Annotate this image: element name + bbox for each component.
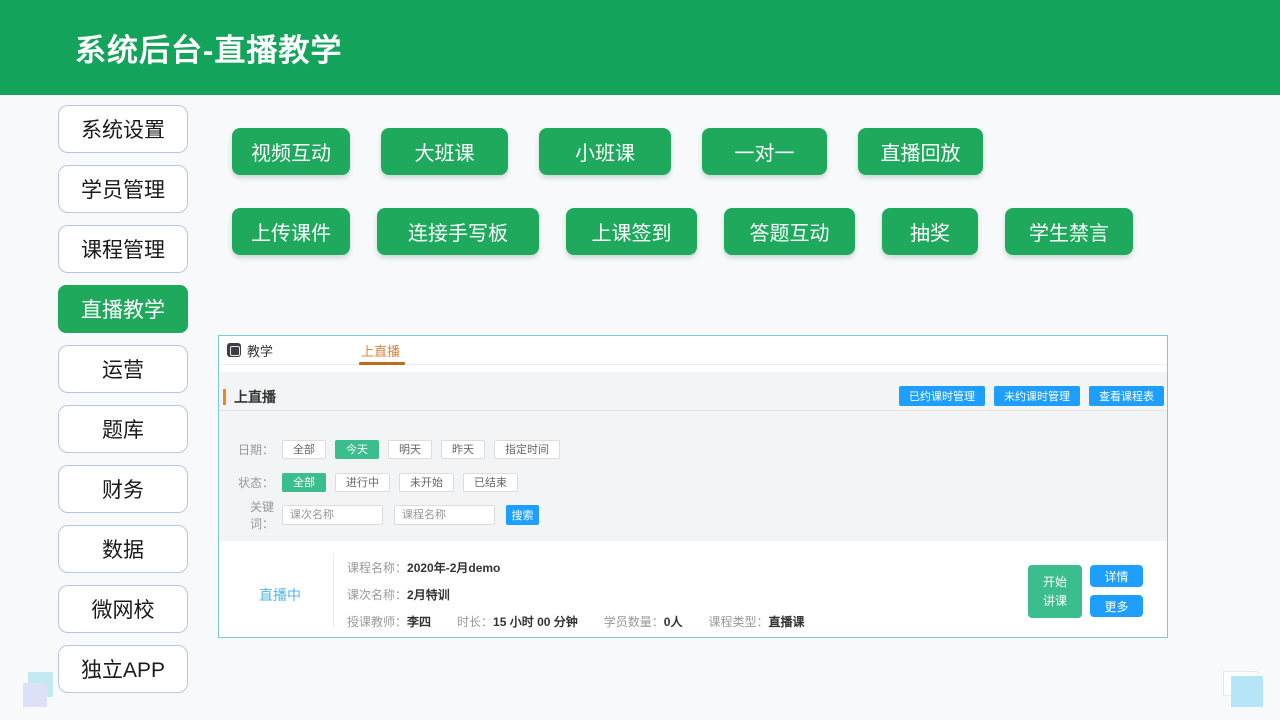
session-name-value: 2月特训 — [407, 586, 450, 603]
student-count-meta: 学员数量： 0人 — [604, 613, 683, 630]
sidebar-item-live-teaching[interactable]: 直播教学 — [58, 285, 188, 333]
course-meta-line: 授课教师： 李四 时长： 15 小时 00 分钟 学员数量： 0人 课程类型： … — [347, 608, 830, 635]
session-name-input[interactable] — [282, 505, 383, 525]
feature-mute-student[interactable]: 学生禁言 — [1005, 208, 1133, 255]
section-header-buttons: 已约课时管理 未约课时管理 查看课程表 — [899, 386, 1164, 406]
sidebar-item-question-bank[interactable]: 题库 — [58, 405, 188, 453]
status-option-all[interactable]: 全部 — [282, 473, 326, 492]
feature-quiz-interaction[interactable]: 答题互动 — [724, 208, 855, 255]
course-row: 直播中 课程名称： 2020年-2月demo 课次名称： 2月特训 授课教师： … — [219, 541, 1167, 637]
teacher-label: 授课教师： — [347, 613, 407, 630]
filter-row-date: 日期： 全部 今天 明天 昨天 指定时间 — [227, 439, 1159, 459]
page-header: 系统后台-直播教学 — [0, 0, 1280, 95]
feature-video-interaction[interactable]: 视频互动 — [232, 128, 350, 175]
feature-live-replay[interactable]: 直播回放 — [858, 128, 983, 175]
feature-lottery[interactable]: 抽奖 — [882, 208, 978, 255]
date-option-yesterday[interactable]: 昨天 — [441, 440, 485, 459]
status-option-ended[interactable]: 已结束 — [463, 473, 518, 492]
panel-body: 上直播 已约课时管理 未约课时管理 查看课程表 日期： 全部 今天 明天 昨天 … — [219, 372, 1167, 637]
sidebar-item-course-management[interactable]: 课程管理 — [58, 225, 188, 273]
student-count-label: 学员数量： — [604, 613, 664, 630]
tab-go-live-label: 上直播 — [361, 341, 400, 360]
status-option-not-started[interactable]: 未开始 — [399, 473, 454, 492]
sidebar-item-operations[interactable]: 运营 — [58, 345, 188, 393]
sidebar: 系统设置 学员管理 课程管理 直播教学 运营 题库 财务 数据 微网校 独立AP… — [58, 105, 188, 693]
feature-large-class[interactable]: 大班课 — [381, 128, 508, 175]
session-name-line: 课次名称： 2月特训 — [347, 581, 830, 608]
tab-go-live[interactable]: 上直播 — [361, 336, 400, 365]
more-button[interactable]: 更多 — [1090, 595, 1143, 617]
feature-one-on-one[interactable]: 一对一 — [702, 128, 827, 175]
feature-upload-courseware[interactable]: 上传课件 — [232, 208, 350, 255]
vertical-divider — [333, 553, 334, 627]
feature-class-checkin[interactable]: 上课签到 — [566, 208, 697, 255]
duration-meta: 时长： 15 小时 00 分钟 — [457, 613, 578, 630]
course-name-label: 课程名称： — [347, 559, 407, 576]
feature-connect-tablet[interactable]: 连接手写板 — [377, 208, 539, 255]
unbooked-hours-button[interactable]: 未约课时管理 — [994, 386, 1080, 406]
start-teaching-line2: 讲课 — [1043, 592, 1067, 611]
feature-row-1: 视频互动 大班课 小班课 一对一 直播回放 — [232, 128, 1133, 175]
course-name-input[interactable] — [394, 505, 495, 525]
search-button[interactable]: 搜索 — [506, 505, 539, 525]
course-name-value: 2020年-2月demo — [407, 559, 500, 576]
feature-row-2: 上传课件 连接手写板 上课签到 答题互动 抽奖 学生禁言 — [232, 208, 1133, 255]
sidebar-item-data[interactable]: 数据 — [58, 525, 188, 573]
date-filter-label: 日期： — [227, 441, 274, 458]
date-option-tomorrow[interactable]: 明天 — [388, 440, 432, 459]
start-teaching-button[interactable]: 开始 讲课 — [1028, 565, 1082, 618]
teacher-value: 李四 — [407, 613, 431, 630]
session-name-label: 课次名称： — [347, 586, 407, 603]
section-header: 上直播 已约课时管理 未约课时管理 查看课程表 — [219, 384, 1167, 411]
course-type-label: 课程类型： — [708, 613, 768, 630]
filter-row-keyword: 关键词： 搜索 — [227, 505, 1159, 525]
view-schedule-button[interactable]: 查看课程表 — [1089, 386, 1164, 406]
start-teaching-line1: 开始 — [1043, 573, 1067, 592]
teacher-meta: 授课教师： 李四 — [347, 613, 431, 630]
section-title: 上直播 — [234, 387, 276, 407]
course-type-meta: 课程类型： 直播课 — [708, 613, 804, 630]
app-label: 教学 — [247, 341, 273, 360]
feature-small-class[interactable]: 小班课 — [539, 128, 671, 175]
sidebar-item-student-management[interactable]: 学员管理 — [58, 165, 188, 213]
sidebar-item-finance[interactable]: 财务 — [58, 465, 188, 513]
sidebar-item-micro-school[interactable]: 微网校 — [58, 585, 188, 633]
date-option-custom[interactable]: 指定时间 — [494, 440, 560, 459]
course-type-value: 直播课 — [768, 613, 804, 630]
sidebar-item-standalone-app[interactable]: 独立APP — [58, 645, 188, 693]
duration-label: 时长： — [457, 613, 493, 630]
sidebar-item-system-settings[interactable]: 系统设置 — [58, 105, 188, 153]
decor-square-bottom-right-cyan — [1231, 676, 1263, 707]
filter-panel: 日期： 全部 今天 明天 昨天 指定时间 状态： 全部 进行中 未开始 已结束 … — [227, 439, 1159, 538]
course-name-line: 课程名称： 2020年-2月demo — [347, 554, 830, 581]
student-count-value: 0人 — [664, 613, 683, 630]
date-option-all[interactable]: 全部 — [282, 440, 326, 459]
page-title: 系统后台-直播教学 — [75, 0, 342, 95]
filter-row-status: 状态： 全部 进行中 未开始 已结束 — [227, 472, 1159, 492]
course-details: 课程名称： 2020年-2月demo 课次名称： 2月特训 授课教师： 李四 时… — [347, 554, 830, 635]
date-option-today[interactable]: 今天 — [335, 440, 379, 459]
keyword-filter-label: 关键词： — [227, 498, 274, 532]
decor-square-bottom-left-lavender — [23, 683, 47, 707]
duration-value: 15 小时 00 分钟 — [493, 613, 578, 630]
status-filter-label: 状态： — [227, 474, 274, 491]
live-status-badge: 直播中 — [259, 585, 301, 605]
section-accent-bar — [223, 389, 226, 405]
detail-button[interactable]: 详情 — [1090, 565, 1143, 587]
tab-active-underline — [359, 362, 405, 365]
panel-tabbar: 教学 上直播 — [219, 336, 1167, 365]
teaching-app-icon — [227, 343, 241, 357]
booked-hours-button[interactable]: 已约课时管理 — [899, 386, 985, 406]
feature-buttons: 视频互动 大班课 小班课 一对一 直播回放 上传课件 连接手写板 上课签到 答题… — [232, 128, 1133, 255]
status-option-ongoing[interactable]: 进行中 — [335, 473, 390, 492]
tabbar-spacer — [219, 365, 1167, 372]
live-admin-panel: 教学 上直播 上直播 已约课时管理 未约课时管理 查看课程表 日期： 全部 今天… — [218, 335, 1168, 638]
